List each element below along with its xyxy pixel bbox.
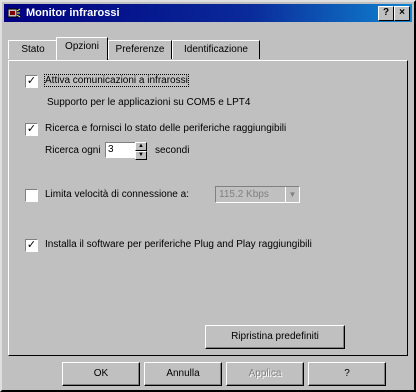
spin-up-icon[interactable]: ▲ <box>135 142 147 151</box>
restore-defaults-button[interactable]: Ripristina predefiniti <box>205 325 345 349</box>
speed-select-value: 115.2 Kbps <box>219 189 269 200</box>
limit-speed-label[interactable]: Limita velocità di connessione a: <box>45 189 189 200</box>
search-interval-input[interactable]: 3 <box>105 142 137 158</box>
support-text: Supporto per le applicazioni su COM5 e L… <box>47 97 251 108</box>
chevron-down-icon[interactable]: ▼ <box>285 187 299 202</box>
options-panel: ✓ Attiva comunicazioni a infrarossi Supp… <box>8 60 408 356</box>
tab-stato[interactable]: Stato <box>8 40 58 59</box>
ok-button[interactable]: OK <box>62 362 140 386</box>
tab-identificazione[interactable]: Identificazione <box>172 40 260 59</box>
infrared-monitor-icon <box>7 8 21 18</box>
tab-opzioni[interactable]: Opzioni <box>56 37 108 60</box>
limit-speed-checkbox[interactable] <box>25 189 38 202</box>
ir-monitor-window: Monitor infrarossi ? × Stato Opzioni Pre… <box>0 0 416 392</box>
search-interval-spinner[interactable]: ▲ ▼ <box>135 142 147 160</box>
spin-down-icon[interactable]: ▼ <box>135 151 147 160</box>
help-button[interactable]: ? <box>308 362 386 386</box>
enable-ir-label[interactable]: Attiva comunicazioni a infrarossi <box>44 74 189 87</box>
cancel-button[interactable]: Annulla <box>144 362 222 386</box>
window-title: Monitor infrarossi <box>26 7 120 19</box>
help-title-button[interactable]: ? <box>378 6 394 21</box>
install-pnp-label[interactable]: Installa il software per periferiche Plu… <box>45 239 312 250</box>
tab-preferenze[interactable]: Preferenze <box>108 40 172 59</box>
speed-select[interactable]: 115.2 Kbps ▼ <box>215 186 300 203</box>
enable-ir-checkbox[interactable]: ✓ <box>25 75 38 88</box>
search-label[interactable]: Ricerca e fornisci lo stato delle perife… <box>45 123 286 134</box>
search-every-label: Ricerca ogni <box>45 145 101 156</box>
install-pnp-checkbox[interactable]: ✓ <box>25 239 38 252</box>
search-checkbox[interactable]: ✓ <box>25 123 38 136</box>
search-every-unit: secondi <box>155 145 190 156</box>
close-button[interactable]: × <box>394 6 410 21</box>
title-bar[interactable]: Monitor infrarossi ? × <box>4 4 412 22</box>
apply-button[interactable]: Applica <box>226 362 304 386</box>
